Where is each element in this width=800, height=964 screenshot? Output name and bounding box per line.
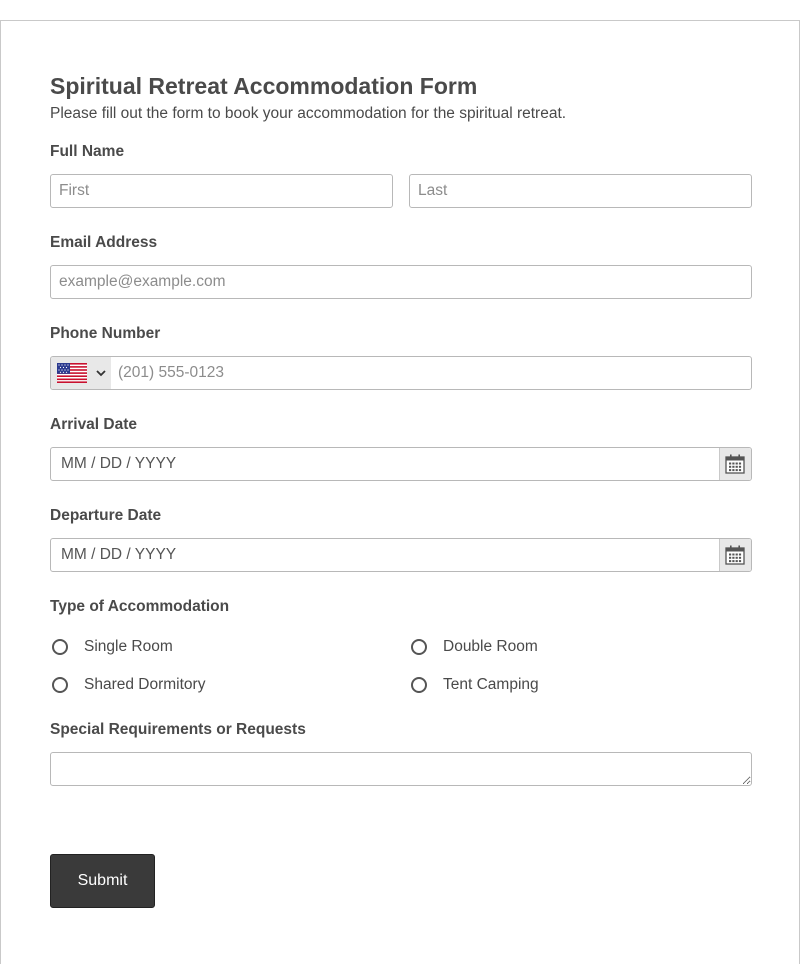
radio-single-room[interactable]: Single Room [52, 638, 173, 656]
submit-button[interactable]: Submit [50, 854, 155, 908]
departure-date-label: Departure Date [50, 507, 162, 524]
special-requests-label: Special Requirements or Requests [50, 721, 306, 738]
country-code-select[interactable] [51, 357, 111, 389]
calendar-icon [725, 454, 745, 474]
first-name-input[interactable] [50, 174, 393, 208]
arrival-date-label: Arrival Date [50, 416, 138, 433]
radio-button[interactable] [52, 639, 68, 655]
departure-calendar-button[interactable] [719, 539, 751, 571]
special-requests-textarea[interactable] [50, 752, 752, 786]
arrival-calendar-button[interactable] [719, 448, 751, 480]
form-subtitle: Please fill out the form to book your ac… [50, 105, 567, 122]
radio-button[interactable] [52, 677, 68, 693]
phone-field [50, 356, 752, 390]
email-input[interactable] [50, 265, 752, 299]
radio-double-room[interactable]: Double Room [411, 638, 538, 656]
radio-button[interactable] [411, 677, 427, 693]
radio-label: Double Room [443, 638, 538, 655]
calendar-icon [725, 545, 745, 565]
arrival-date-field [50, 447, 752, 481]
radio-label: Tent Camping [443, 676, 539, 693]
form-title: Spiritual Retreat Accommodation Form [50, 73, 478, 99]
arrival-date-input[interactable] [51, 448, 719, 480]
radio-label: Single Room [84, 638, 173, 655]
accommodation-type-label: Type of Accommodation [50, 598, 230, 615]
us-flag-icon [57, 363, 87, 383]
radio-label: Shared Dormitory [84, 676, 206, 693]
radio-tent-camping[interactable]: Tent Camping [411, 676, 539, 694]
chevron-down-icon [96, 370, 106, 377]
phone-label: Phone Number [50, 325, 161, 342]
last-name-input[interactable] [409, 174, 752, 208]
departure-date-field [50, 538, 752, 572]
phone-input[interactable] [111, 357, 751, 389]
radio-shared-dormitory[interactable]: Shared Dormitory [52, 676, 205, 694]
departure-date-input[interactable] [51, 539, 719, 571]
radio-button[interactable] [411, 639, 427, 655]
email-label: Email Address [50, 234, 158, 251]
full-name-label: Full Name [50, 143, 125, 160]
form-card: Spiritual Retreat Accommodation Form Ple… [0, 20, 800, 964]
